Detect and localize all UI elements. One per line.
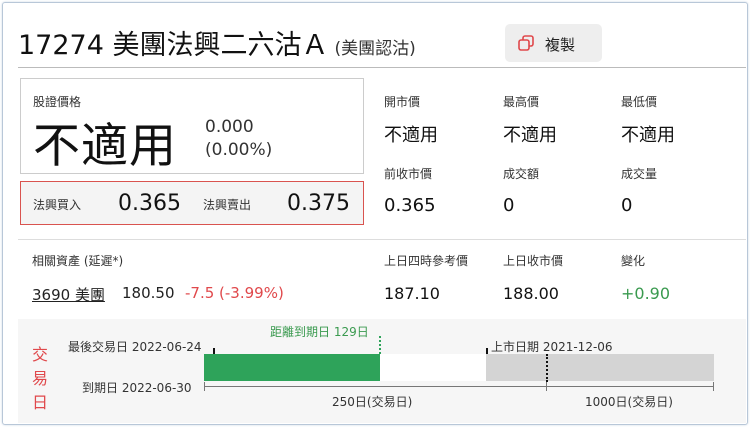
underlying-price: 180.50: [122, 284, 175, 302]
high-label: 最高價: [503, 95, 540, 109]
tick-1000-label: 1000日(交易日): [585, 395, 673, 409]
section-divider: [18, 239, 746, 240]
ref-price-label: 上日四時參考價: [384, 254, 469, 268]
elapsed-bar: [204, 354, 380, 381]
price-box: 股證價格 不適用 0.000 (0.00%): [20, 78, 364, 174]
turnover-label: 成交額: [503, 167, 540, 181]
underlying-link[interactable]: 3690 美團: [32, 284, 105, 305]
today-marker: [379, 336, 381, 354]
listing-marker: [486, 348, 488, 354]
listing-date: 上市日期 2021-12-06: [491, 340, 613, 354]
diff-value: +0.90: [621, 284, 671, 303]
warrant-type-label: (美團認沽): [334, 39, 416, 59]
split-marker: [546, 354, 548, 382]
bid-label: 法興買入: [33, 198, 82, 212]
pre-listing-bar: [486, 354, 714, 381]
expiry-date: 到期日 2022-06-30: [82, 381, 192, 395]
price-value: 不適用: [33, 119, 177, 174]
price-change-pct: (0.00%): [205, 140, 273, 160]
open-value: 不適用: [384, 125, 438, 146]
volume-label: 成交量: [621, 167, 658, 181]
timeline-side-label: 交 易 日: [32, 343, 48, 415]
axis-tick: [204, 382, 205, 391]
last-trade-marker: [213, 348, 215, 354]
copy-label: 複製: [545, 36, 576, 54]
tick-250-label: 250日(交易日): [332, 395, 413, 409]
remaining-bar: [380, 354, 486, 381]
bid-ask-box: 法興買入 0.365 法興賣出 0.375: [20, 181, 364, 225]
side-char: 日: [32, 393, 49, 412]
ask-value: 0.375: [287, 191, 350, 216]
price-change: 0.000: [205, 117, 254, 137]
prev-close-label: 前收市價: [384, 167, 433, 181]
warrant-code-name: 17274 美團法興二六沽Ａ: [18, 30, 329, 61]
trading-timeline: 交 易 日 最後交易日 2022-06-24 到期日 2022-06-30 距離…: [18, 319, 746, 423]
copy-button[interactable]: 複製: [505, 24, 602, 62]
ask-label: 法興賣出: [203, 198, 252, 212]
turnover-value: 0: [503, 195, 515, 216]
high-value: 不適用: [503, 125, 557, 146]
side-char: 交: [32, 345, 49, 364]
bid-value: 0.365: [118, 191, 181, 216]
page-title: 17274 美團法興二六沽Ａ (美團認沽): [18, 23, 416, 62]
timeline-axis: [204, 386, 714, 387]
low-label: 最低價: [621, 95, 658, 109]
underlying-change: -7.5 (-3.99%): [185, 284, 284, 302]
prev-close-under-label: 上日收市價: [503, 254, 564, 268]
open-label: 開市價: [384, 95, 421, 109]
low-value: 不適用: [621, 125, 675, 146]
diff-label: 變化: [621, 254, 646, 268]
ref-price-value: 187.10: [384, 284, 440, 303]
axis-tick: [546, 382, 547, 391]
axis-tick: [713, 382, 714, 391]
header-divider: [18, 67, 746, 68]
volume-value: 0: [621, 195, 633, 216]
days-to-expiry: 距離到期日 129日: [270, 325, 369, 339]
side-char: 易: [32, 369, 49, 388]
underlying-label: 相關資產 (延遲*): [32, 254, 124, 268]
prev-close-under-value: 188.00: [503, 284, 559, 303]
prev-close-value: 0.365: [384, 195, 436, 216]
last-trade-date: 最後交易日 2022-06-24: [68, 340, 202, 354]
copy-icon: [518, 35, 534, 51]
